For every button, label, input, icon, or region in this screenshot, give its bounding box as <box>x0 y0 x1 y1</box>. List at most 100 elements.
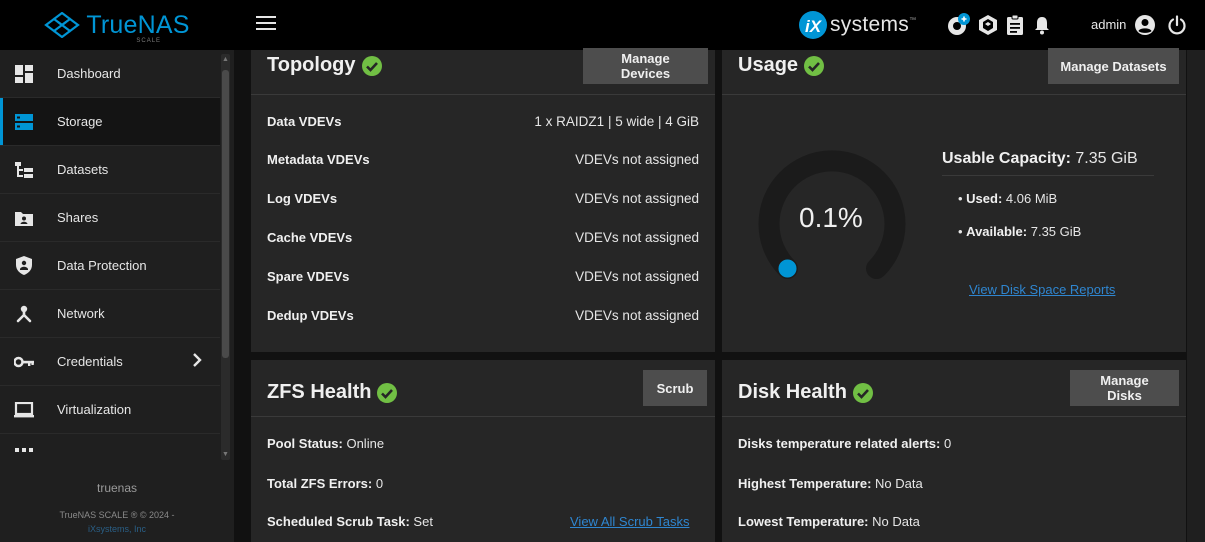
pool-status: Pool Status: Online <box>267 436 384 451</box>
page-scroll-rail <box>1187 50 1205 542</box>
update-icon[interactable] <box>946 13 970 37</box>
sidebar-item-label: Network <box>57 306 105 321</box>
scrub-task-value: Set <box>413 514 433 529</box>
sidebar-item-dashboard[interactable]: Dashboard <box>0 50 220 98</box>
view-all-scrub-tasks-link[interactable]: View All Scrub Tasks <box>570 514 689 529</box>
usage-gauge-marker <box>778 259 797 278</box>
sidebar-item-shares[interactable]: Shares <box>0 194 220 242</box>
sidebar-item-label: Credentials <box>57 354 123 369</box>
sidebar-scrollbar[interactable]: ▲ ▼ <box>221 54 230 460</box>
sidebar-item-storage[interactable]: Storage <box>0 98 220 146</box>
data-protection-icon <box>13 255 35 277</box>
scrollbar-thumb[interactable] <box>222 70 229 358</box>
scroll-down-icon[interactable]: ▼ <box>222 451 229 458</box>
scrub-button[interactable]: Scrub <box>643 370 707 406</box>
available-label: Available: <box>966 224 1028 239</box>
manage-disks-button[interactable]: Manage Disks <box>1070 370 1179 406</box>
top-toolbar: TrueNAS SCALE iX systems ™ admin <box>0 0 1205 50</box>
hostname: truenas <box>96 481 138 495</box>
scroll-up-icon[interactable]: ▲ <box>222 56 229 63</box>
datasets-icon <box>13 159 35 181</box>
disk-health-card: Disk Health Manage Disks Disks temperatu… <box>722 360 1186 542</box>
temp-alerts-label: Disks temperature related alerts: <box>738 436 941 451</box>
copyright-text: TrueNAS SCALE ® © 2024 - <box>59 510 175 520</box>
used-value: 4.06 MiB <box>1005 191 1058 206</box>
highest-temp-label: Highest Temperature: <box>738 476 872 491</box>
ixsystems-link[interactable]: iXsystems, Inc <box>88 524 146 534</box>
power-icon[interactable] <box>1165 13 1189 37</box>
truenas-logo[interactable]: TrueNAS SCALE <box>0 0 234 50</box>
pool-status-value: Online <box>346 436 385 451</box>
virtualization-icon <box>13 399 35 421</box>
used-label: Used: <box>966 191 1003 206</box>
sidebar-nav: Dashboard Storage Datasets Shares Data P… <box>0 50 220 460</box>
truecommand-icon[interactable] <box>976 13 1000 37</box>
manage-datasets-button[interactable]: Manage Datasets <box>1048 48 1179 84</box>
scheduled-scrub-task: Scheduled Scrub Task: Set <box>267 514 433 529</box>
sidebar-item-network[interactable]: Network <box>0 290 220 338</box>
zfs-errors-label: Total ZFS Errors: <box>267 476 373 491</box>
used-item: • Used: 4.06 MiB <box>958 191 1058 206</box>
menu-icon[interactable] <box>256 16 276 34</box>
spare-vdevs-label: Spare VDEVs <box>267 269 350 284</box>
sidebar-item-label: Data Protection <box>57 258 147 273</box>
sidebar-item-virtualization[interactable]: Virtualization <box>0 386 220 434</box>
healthy-check-icon <box>804 55 825 76</box>
temp-alerts-value: 0 <box>943 436 952 451</box>
usable-capacity: Usable Capacity: 7.35 GiB <box>942 150 1154 176</box>
log-vdevs-value: VDEVs not assigned <box>575 191 699 206</box>
available-value: 7.35 GiB <box>1030 224 1082 239</box>
view-disk-space-reports-link[interactable]: View Disk Space Reports <box>969 282 1115 297</box>
sidebar-item-credentials[interactable]: Credentials <box>0 338 220 386</box>
capacity-label: Usable Capacity: <box>942 150 1071 167</box>
logo-subtitle: SCALE <box>136 37 162 44</box>
shares-icon <box>13 207 35 229</box>
alerts-bell-icon[interactable] <box>1030 13 1054 37</box>
divider <box>722 416 1186 417</box>
dedup-vdevs-label: Dedup VDEVs <box>267 308 354 323</box>
card-title-text: Usage <box>738 54 799 76</box>
data-vdevs-label: Data VDEVs <box>267 114 342 129</box>
more-icon <box>13 447 35 461</box>
topology-card: Topology Manage Devices Data VDEVs 1 x R… <box>251 48 715 352</box>
sidebar-item-datasets[interactable]: Datasets <box>0 146 220 194</box>
sidebar-item-label: Shares <box>57 210 99 225</box>
highest-temperature: Highest Temperature: No Data <box>738 476 923 491</box>
dedup-vdevs-value: VDEVs not assigned <box>575 308 699 323</box>
account-icon[interactable] <box>1133 13 1157 37</box>
data-vdevs-value: 1 x RAIDZ1 | 5 wide | 4 GiB <box>534 114 699 129</box>
svg-text:iX: iX <box>805 17 823 36</box>
cache-vdevs-value: VDEVs not assigned <box>575 230 699 245</box>
highest-temp-value: No Data <box>875 476 923 491</box>
disk-health-title: Disk Health <box>738 381 873 404</box>
sidebar-item-more[interactable] <box>0 434 220 460</box>
pool-status-label: Pool Status: <box>267 436 343 451</box>
sidebar-item-label: Storage <box>57 114 103 129</box>
ixsystems-logo[interactable]: iX systems ™ <box>798 10 916 40</box>
manage-devices-button[interactable]: Manage Devices <box>583 48 708 84</box>
vendor-text: systems <box>830 13 910 36</box>
usage-title: Usage <box>738 54 825 77</box>
divider <box>251 416 715 417</box>
spare-vdevs-value: VDEVs not assigned <box>575 269 699 284</box>
usage-percent: 0.1% <box>799 202 863 233</box>
metadata-vdevs-label: Metadata VDEVs <box>267 152 370 167</box>
healthy-check-icon <box>377 382 398 403</box>
username-label[interactable]: admin <box>1091 17 1126 32</box>
sidebar-item-label: Dashboard <box>57 66 121 81</box>
lowest-temp-label: Lowest Temperature: <box>738 514 869 529</box>
sidebar-item-data-protection[interactable]: Data Protection <box>0 242 220 290</box>
vendor-trademark: ™ <box>909 17 917 24</box>
credentials-icon <box>13 351 35 373</box>
log-vdevs-label: Log VDEVs <box>267 191 338 206</box>
healthy-check-icon <box>361 55 382 76</box>
cache-vdevs-label: Cache VDEVs <box>267 230 353 245</box>
usage-card: Usage Manage Datasets 0.1% Usable Capaci… <box>722 48 1186 352</box>
zfs-health-card: ZFS Health Scrub Pool Status: Online Tot… <box>251 360 715 542</box>
lowest-temperature: Lowest Temperature: No Data <box>738 514 920 529</box>
network-icon <box>13 303 35 325</box>
sidebar: Dashboard Storage Datasets Shares Data P… <box>0 50 234 542</box>
jobs-clipboard-icon[interactable] <box>1003 13 1027 37</box>
available-item: • Available: 7.35 GiB <box>958 224 1082 239</box>
scrub-task-label: Scheduled Scrub Task: <box>267 514 410 529</box>
